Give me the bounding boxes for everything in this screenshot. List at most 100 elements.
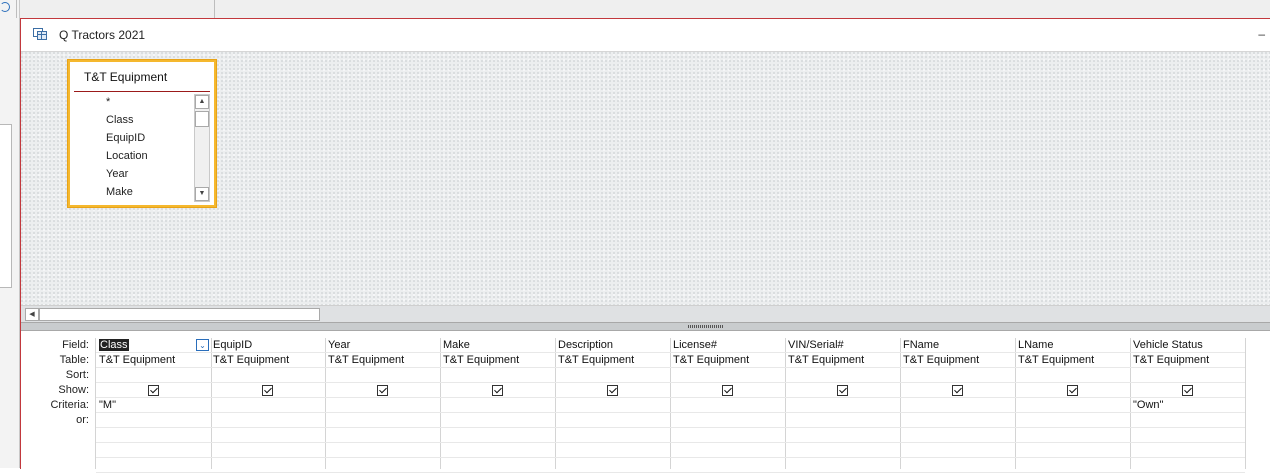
empty-cell[interactable] [670, 443, 785, 458]
field-list-item[interactable]: Class [70, 111, 194, 129]
sort-cell[interactable] [210, 368, 325, 383]
or-cell[interactable] [670, 413, 785, 428]
empty-cell[interactable] [900, 443, 1015, 458]
show-checkbox[interactable] [952, 385, 963, 396]
empty-cell[interactable] [440, 443, 555, 458]
show-cell[interactable] [440, 383, 555, 398]
or-cell[interactable] [440, 413, 555, 428]
field-cell[interactable]: EquipID [210, 338, 325, 353]
minimize-button[interactable]: – [1258, 27, 1265, 41]
show-cell[interactable] [785, 383, 900, 398]
or-cell[interactable] [1015, 413, 1130, 428]
show-cell[interactable] [1130, 383, 1245, 398]
criteria-cell[interactable] [900, 398, 1015, 413]
splitter-grip-icon[interactable] [688, 325, 724, 328]
empty-cell[interactable] [325, 428, 440, 443]
empty-cell[interactable] [785, 428, 900, 443]
table-box-title[interactable]: T&T Equipment [84, 70, 167, 84]
pane-splitter[interactable] [21, 322, 1270, 331]
field-cell[interactable]: Vehicle Status [1130, 338, 1245, 353]
empty-cell[interactable] [900, 458, 1015, 473]
show-cell[interactable] [210, 383, 325, 398]
empty-cell[interactable] [555, 428, 670, 443]
sort-cell[interactable] [440, 368, 555, 383]
field-cell[interactable]: VIN/Serial# [785, 338, 900, 353]
field-cell[interactable]: LName [1015, 338, 1130, 353]
criteria-cell[interactable]: "Own" [1130, 398, 1245, 413]
show-checkbox[interactable] [1182, 385, 1193, 396]
sort-cell[interactable] [670, 368, 785, 383]
empty-cell[interactable] [210, 428, 325, 443]
field-cell[interactable]: License# [670, 338, 785, 353]
show-checkbox[interactable] [607, 385, 618, 396]
criteria-cell[interactable] [785, 398, 900, 413]
field-cell[interactable]: Year [325, 338, 440, 353]
table-cell[interactable]: T&T Equipment [440, 353, 555, 368]
field-cell[interactable]: Class ⌄ [96, 338, 211, 353]
field-list-item[interactable]: EquipID [70, 129, 194, 147]
show-checkbox[interactable] [837, 385, 848, 396]
or-cell[interactable] [785, 413, 900, 428]
empty-cell[interactable] [325, 443, 440, 458]
empty-cell[interactable] [555, 458, 670, 473]
scroll-up-icon[interactable]: ▲ [195, 95, 209, 109]
field-list-scrollbar[interactable]: ▲ ▼ [194, 94, 210, 202]
grid-column-empty[interactable] [1245, 338, 1270, 469]
empty-cell[interactable] [210, 458, 325, 473]
table-cell[interactable]: T&T Equipment [1130, 353, 1245, 368]
empty-cell[interactable] [1015, 443, 1130, 458]
or-cell[interactable] [210, 413, 325, 428]
empty-cell[interactable] [210, 443, 325, 458]
empty-cell[interactable] [670, 458, 785, 473]
criteria-cell[interactable] [210, 398, 325, 413]
empty-cell[interactable] [1015, 428, 1130, 443]
criteria-cell[interactable] [555, 398, 670, 413]
empty-cell[interactable] [1130, 458, 1245, 473]
sort-cell[interactable] [900, 368, 1015, 383]
sort-cell[interactable] [1015, 368, 1130, 383]
or-cell[interactable] [555, 413, 670, 428]
criteria-cell[interactable] [1015, 398, 1130, 413]
show-cell[interactable] [1015, 383, 1130, 398]
scroll-down-icon[interactable]: ▼ [195, 187, 209, 201]
sort-cell[interactable] [785, 368, 900, 383]
table-cell[interactable]: T&T Equipment [96, 353, 211, 368]
table-cell[interactable]: T&T Equipment [210, 353, 325, 368]
empty-cell[interactable] [670, 428, 785, 443]
table-design-area[interactable]: T&T Equipment * Class EquipID Location Y… [21, 52, 1270, 305]
empty-cell[interactable] [440, 458, 555, 473]
criteria-cell[interactable] [670, 398, 785, 413]
empty-cell[interactable] [555, 443, 670, 458]
table-cell[interactable]: T&T Equipment [900, 353, 1015, 368]
criteria-cell[interactable] [440, 398, 555, 413]
sort-cell[interactable] [325, 368, 440, 383]
empty-cell[interactable] [1130, 428, 1245, 443]
empty-cell[interactable] [96, 428, 211, 443]
empty-cell[interactable] [325, 458, 440, 473]
empty-cell[interactable] [1015, 458, 1130, 473]
horizontal-scroll-thumb[interactable] [39, 308, 320, 321]
field-cell[interactable]: Make [440, 338, 555, 353]
empty-cell[interactable] [96, 443, 211, 458]
empty-cell[interactable] [900, 428, 1015, 443]
empty-cell[interactable] [1130, 443, 1245, 458]
sort-cell[interactable] [555, 368, 670, 383]
table-cell[interactable]: T&T Equipment [670, 353, 785, 368]
criteria-cell[interactable]: "M" [96, 398, 211, 413]
field-list-item[interactable]: * [70, 93, 194, 111]
or-cell[interactable] [1130, 413, 1245, 428]
show-cell[interactable] [96, 383, 211, 398]
or-cell[interactable] [96, 413, 211, 428]
empty-cell[interactable] [96, 458, 211, 473]
scroll-left-icon[interactable]: ◀ [25, 308, 39, 321]
show-cell[interactable] [555, 383, 670, 398]
table-cell[interactable]: T&T Equipment [325, 353, 440, 368]
empty-cell[interactable] [440, 428, 555, 443]
field-cell[interactable]: Description [555, 338, 670, 353]
show-checkbox[interactable] [377, 385, 388, 396]
show-checkbox[interactable] [722, 385, 733, 396]
field-dropdown-icon[interactable]: ⌄ [196, 339, 209, 351]
field-list-item[interactable]: Make [70, 183, 194, 201]
scroll-thumb[interactable] [195, 111, 209, 127]
empty-cell[interactable] [785, 458, 900, 473]
